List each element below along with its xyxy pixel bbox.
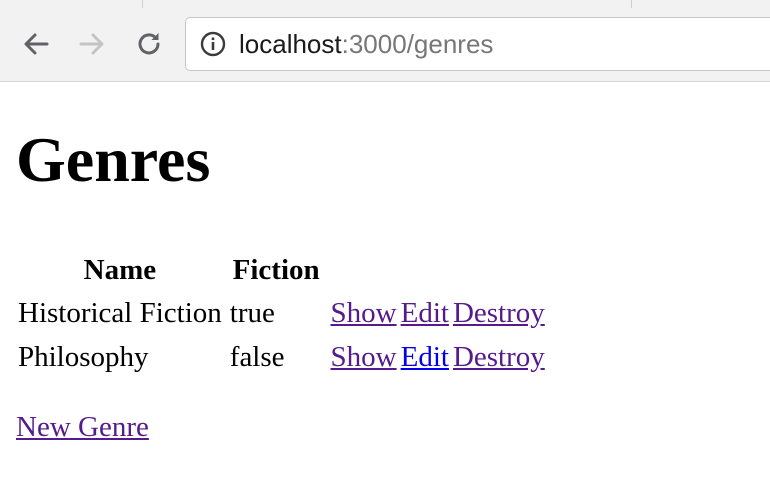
genre-fiction-cell: true bbox=[229, 296, 275, 329]
new-genre-link[interactable]: New Genre bbox=[16, 411, 149, 444]
reload-icon bbox=[138, 33, 160, 55]
show-link[interactable]: Show bbox=[331, 341, 397, 373]
column-header-fiction: Fiction bbox=[232, 253, 320, 286]
page-content: Genres Name Fiction Historical Fiction t… bbox=[16, 83, 756, 444]
table-row: Philosophy false Show Edit Destroy bbox=[16, 337, 551, 377]
edit-link[interactable]: Edit bbox=[401, 297, 449, 329]
actions-cell: Show Edit Destroy bbox=[329, 293, 551, 333]
genre-name-cell: Philosophy bbox=[18, 340, 149, 373]
destroy-link[interactable]: Destroy bbox=[453, 297, 545, 329]
column-header-name: Name bbox=[83, 253, 157, 286]
back-button[interactable] bbox=[18, 26, 54, 62]
destroy-link[interactable]: Destroy bbox=[453, 341, 545, 373]
address-bar[interactable]: localhost:3000/genres bbox=[185, 17, 770, 71]
arrow-left-icon bbox=[24, 33, 49, 55]
genre-name-cell: Historical Fiction bbox=[18, 296, 222, 329]
page-title: Genres bbox=[16, 124, 211, 195]
arrow-right-icon bbox=[79, 33, 104, 55]
genre-fiction-cell: false bbox=[229, 340, 285, 373]
reload-button[interactable] bbox=[131, 26, 167, 62]
table-header-row: Name Fiction bbox=[16, 251, 551, 289]
genres-table: Name Fiction Historical Fiction true Sho… bbox=[12, 247, 555, 381]
actions-cell: Show Edit Destroy bbox=[329, 337, 551, 377]
edit-link[interactable]: Edit bbox=[401, 341, 449, 373]
table-row: Historical Fiction true Show Edit Destroy bbox=[16, 293, 551, 333]
browser-toolbar: localhost:3000/genres bbox=[0, 0, 770, 82]
url-path: :3000/genres bbox=[341, 28, 494, 59]
url-host: localhost bbox=[239, 28, 342, 59]
url-text[interactable]: localhost:3000/genres bbox=[239, 29, 493, 60]
show-link[interactable]: Show bbox=[331, 297, 397, 329]
info-icon[interactable] bbox=[200, 31, 226, 57]
column-header-actions bbox=[329, 251, 551, 289]
tab-strip bbox=[142, 0, 632, 8]
forward-button[interactable] bbox=[74, 26, 110, 62]
